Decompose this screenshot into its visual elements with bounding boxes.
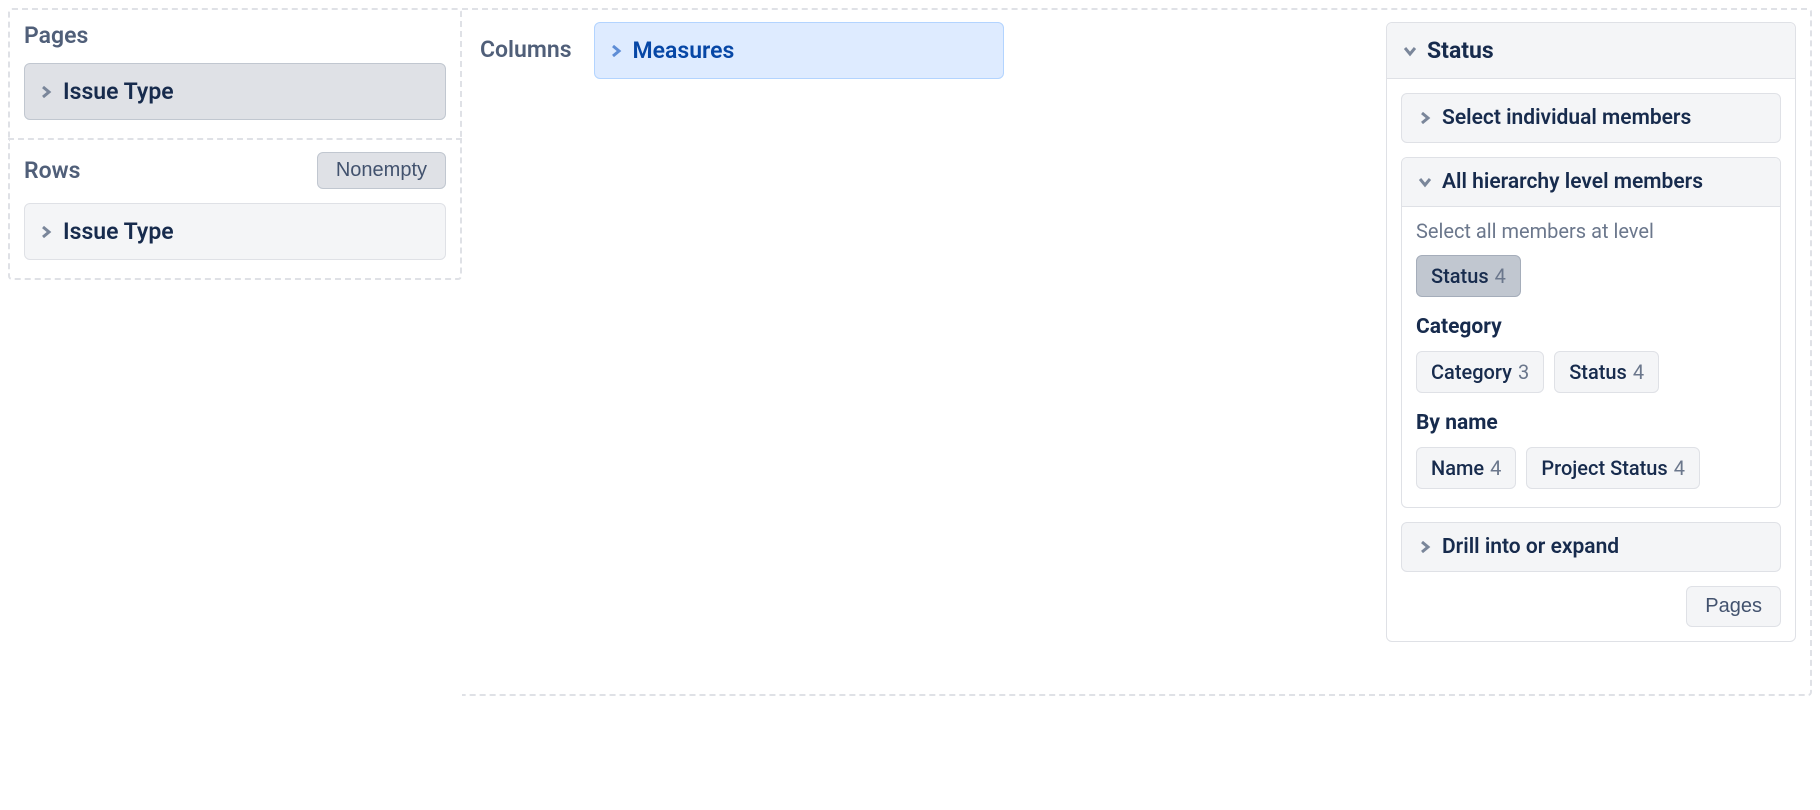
byname-chip-row: Name 4 Project Status 4 [1416,447,1766,489]
pages-item-label: Issue Type [63,78,174,105]
chip-label: Name [1431,456,1484,480]
byname-heading: By name [1416,411,1766,435]
rows-item-issue-type[interactable]: Issue Type [24,203,446,260]
columns-zone: Columns Measures Status [462,8,1812,696]
pages-button[interactable]: Pages [1686,586,1781,627]
left-column: Pages Issue Type Rows Nonempty Issue Typ… [8,8,462,696]
chevron-right-icon [1414,536,1436,558]
rows-header: Rows Nonempty [24,152,446,189]
chevron-right-icon [1414,107,1436,129]
chevron-down-icon [1399,40,1421,62]
status-panel-title: Status [1427,37,1494,64]
byname-chip-name[interactable]: Name 4 [1416,447,1516,489]
chip-label: Status [1569,360,1627,384]
byname-chip-project-status[interactable]: Project Status 4 [1526,447,1700,489]
columns-item-label: Measures [633,37,735,64]
drill-into-expand[interactable]: Drill into or expand [1401,522,1781,572]
rows-item-label: Issue Type [63,218,174,245]
pages-title: Pages [24,22,446,49]
columns-row: Columns Measures Status [480,22,1796,642]
helper-text: Select all members at level [1416,219,1766,243]
status-panel-body: Select individual members All hierarchy … [1387,79,1795,641]
rows-title: Rows [24,157,80,184]
status-panel: Status Select individual members [1386,22,1796,642]
level-chip-status[interactable]: Status 4 [1416,255,1521,297]
chip-count: 4 [1490,456,1501,480]
chip-count: 4 [1495,264,1506,288]
hierarchy-box: All hierarchy level members Select all m… [1401,157,1781,508]
category-chip-category[interactable]: Category 3 [1416,351,1544,393]
chevron-right-icon [605,40,627,62]
chevron-right-icon [35,81,57,103]
select-members-label: Select individual members [1442,106,1691,130]
select-individual-members[interactable]: Select individual members [1401,93,1781,143]
chip-label: Project Status [1541,456,1667,480]
columns-title: Columns [480,22,572,63]
chip-label: Category [1431,360,1512,384]
chip-count: 3 [1518,360,1529,384]
chevron-down-icon [1414,171,1436,193]
pages-zone: Pages Issue Type [8,8,462,138]
nonempty-button[interactable]: Nonempty [317,152,446,189]
rows-zone: Rows Nonempty Issue Type [8,138,462,280]
chip-count: 4 [1633,360,1644,384]
drill-label: Drill into or expand [1442,535,1619,559]
status-panel-header[interactable]: Status [1387,23,1795,79]
category-heading: Category [1416,315,1766,339]
chevron-right-icon [35,221,57,243]
hierarchy-header[interactable]: All hierarchy level members [1402,158,1780,207]
columns-item-measures[interactable]: Measures [594,22,1004,79]
report-builder: Pages Issue Type Rows Nonempty Issue Typ… [8,8,1812,696]
hierarchy-label: All hierarchy level members [1442,170,1703,194]
chip-count: 4 [1674,456,1685,480]
category-chip-row: Category 3 Status 4 [1416,351,1766,393]
hierarchy-body: Select all members at level Status 4 Cat… [1402,207,1780,507]
chip-label: Status [1431,264,1489,288]
level-status-row: Status 4 [1416,255,1766,297]
category-chip-status[interactable]: Status 4 [1554,351,1659,393]
pages-item-issue-type[interactable]: Issue Type [24,63,446,120]
status-footer: Pages [1401,586,1781,627]
